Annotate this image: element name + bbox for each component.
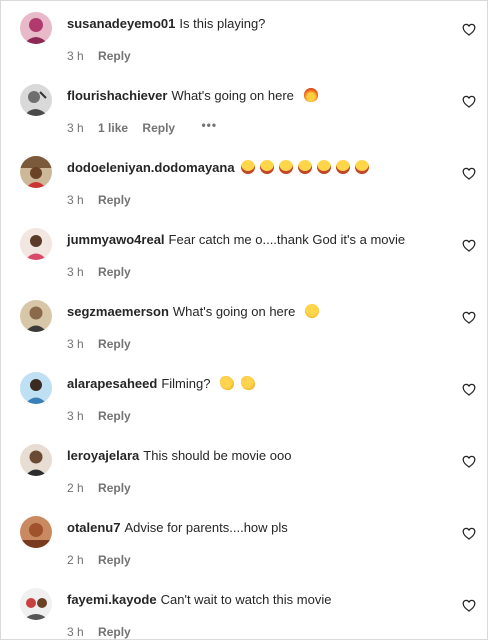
like-heart-icon[interactable] <box>462 95 476 108</box>
avatar[interactable] <box>20 228 52 260</box>
like-heart-icon[interactable] <box>462 527 476 540</box>
reply-button[interactable]: Reply <box>98 409 131 423</box>
comments-panel: susanadeyemo01 Is this playing? 3 h Reply… <box>0 0 488 640</box>
comment-item: segzmaemerson What's going on here 3 h Re… <box>1 289 487 361</box>
comment-line: fayemi.kayode Can't wait to watch this mo… <box>67 591 447 609</box>
comment-time: 3 h <box>67 409 84 423</box>
comment-username[interactable]: flourishachiever <box>67 88 167 103</box>
comment-item: flourishachiever What's going on here 3 h… <box>1 73 487 145</box>
comment-text: What's going on here <box>172 304 296 319</box>
comment-username[interactable]: jummyawo4real <box>67 232 165 247</box>
comment-username[interactable]: leroyajelara <box>67 448 139 463</box>
comment-username[interactable]: dodoeleniyan.dodomayana <box>67 160 235 175</box>
comment-time: 2 h <box>67 481 84 495</box>
comment-item: otalenu7 Advise for parents....how pls 2 … <box>1 505 487 577</box>
avatar[interactable] <box>20 516 52 548</box>
more-options-icon[interactable]: ••• <box>201 118 217 132</box>
comment-text: Fear catch me o....thank God it's a movi… <box>168 232 406 247</box>
comment-username[interactable]: susanadeyemo01 <box>67 16 175 31</box>
avatar[interactable] <box>20 156 52 188</box>
comment-text: Advise for parents....how pls <box>124 520 288 535</box>
avatar[interactable] <box>20 12 52 44</box>
comment-meta: 3 h Reply <box>67 337 142 351</box>
like-heart-icon[interactable] <box>462 23 476 36</box>
comment-line: susanadeyemo01 Is this playing? <box>67 15 447 33</box>
like-heart-icon[interactable] <box>462 167 476 180</box>
comment-item: dodoeleniyan.dodomayana 3 h Reply <box>1 145 487 217</box>
avatar[interactable] <box>20 372 52 404</box>
thinking-emoji-icon <box>304 304 319 318</box>
comment-line: dodoeleniyan.dodomayana <box>67 159 447 177</box>
reply-button[interactable]: Reply <box>98 337 131 351</box>
like-heart-icon[interactable] <box>462 239 476 252</box>
comment-line: leroyajelara This should be movie ooo <box>67 447 447 465</box>
reply-button[interactable]: Reply <box>98 49 131 63</box>
comment-item: susanadeyemo01 Is this playing? 3 h Reply <box>1 1 487 73</box>
laugh-emoji-icon <box>278 160 293 174</box>
comment-text: Can't wait to watch this movie <box>160 592 332 607</box>
laugh-emoji-icon <box>335 160 350 174</box>
comment-line: otalenu7 Advise for parents....how pls <box>67 519 447 537</box>
comment-username[interactable]: segzmaemerson <box>67 304 169 319</box>
comment-time: 2 h <box>67 553 84 567</box>
comment-meta: 3 h Reply <box>67 265 142 279</box>
comment-meta: 3 h Reply <box>67 409 142 423</box>
avatar[interactable] <box>20 588 52 620</box>
comment-meta: 3 h 1 like Reply ••• <box>67 118 228 135</box>
avatar[interactable] <box>20 300 52 332</box>
comment-username[interactable]: fayemi.kayode <box>67 592 157 607</box>
comment-text: Is this playing? <box>179 16 266 31</box>
comment-username[interactable]: otalenu7 <box>67 520 120 535</box>
laugh-emoji-icon <box>259 160 274 174</box>
comment-time: 3 h <box>67 193 84 207</box>
comment-meta: 3 h Reply <box>67 193 142 207</box>
comment-line: alarapesaheed Filming? <box>67 375 447 393</box>
reply-button[interactable]: Reply <box>98 193 131 207</box>
reply-button[interactable]: Reply <box>98 553 131 567</box>
comment-text: Filming? <box>161 376 211 391</box>
avatar[interactable] <box>20 444 52 476</box>
fire-emoji-icon <box>303 88 318 102</box>
comment-time: 3 h <box>67 625 84 639</box>
clap-emoji-icon <box>220 376 235 390</box>
comment-line: jummyawo4real Fear catch me o....thank Go… <box>67 231 447 249</box>
like-heart-icon[interactable] <box>462 599 476 612</box>
reply-button[interactable]: Reply <box>98 625 131 639</box>
comment-line: flourishachiever What's going on here <box>67 87 447 105</box>
reply-button[interactable]: Reply <box>98 265 131 279</box>
comment-meta: 3 h Reply <box>67 49 142 63</box>
comment-item: fayemi.kayode Can't wait to watch this mo… <box>1 577 487 639</box>
comment-text: What's going on here <box>171 88 294 103</box>
comment-item: alarapesaheed Filming? 3 h Reply <box>1 361 487 433</box>
clap-emoji-icon <box>241 376 256 390</box>
like-heart-icon[interactable] <box>462 455 476 468</box>
reply-button[interactable]: Reply <box>142 121 175 135</box>
comment-time: 3 h <box>67 49 84 63</box>
comment-meta: 3 h Reply <box>67 625 142 639</box>
like-heart-icon[interactable] <box>462 383 476 396</box>
laugh-emoji-icon <box>240 160 255 174</box>
comment-meta: 2 h Reply <box>67 481 142 495</box>
laugh-emoji-icon <box>297 160 312 174</box>
avatar[interactable] <box>20 84 52 116</box>
comment-item: jummyawo4real Fear catch me o....thank Go… <box>1 217 487 289</box>
comment-text: This should be movie ooo <box>143 448 292 463</box>
comment-item: leroyajelara This should be movie ooo 2 h… <box>1 433 487 505</box>
like-heart-icon[interactable] <box>462 311 476 324</box>
comment-time: 3 h <box>67 337 84 351</box>
comment-likes-count[interactable]: 1 like <box>98 121 128 135</box>
comment-username[interactable]: alarapesaheed <box>67 376 157 391</box>
comment-time: 3 h <box>67 265 84 279</box>
comment-line: segzmaemerson What's going on here <box>67 303 447 321</box>
reply-button[interactable]: Reply <box>98 481 131 495</box>
comment-meta: 2 h Reply <box>67 553 142 567</box>
comment-time: 3 h <box>67 121 84 135</box>
laugh-emoji-icon <box>354 160 369 174</box>
laugh-emoji-icon <box>316 160 331 174</box>
